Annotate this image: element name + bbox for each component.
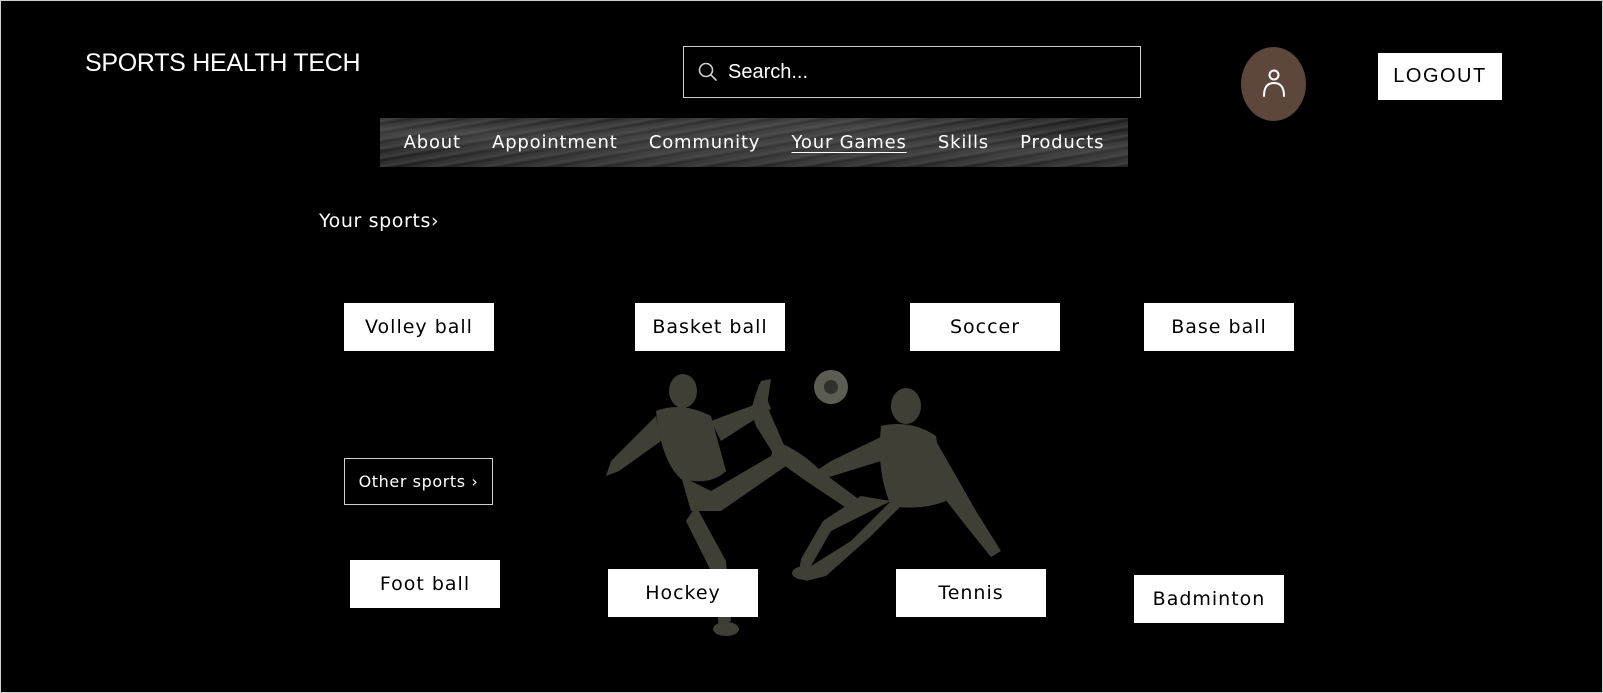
sport-button-foot-ball[interactable]: Foot ball bbox=[350, 560, 500, 608]
other-sports-button[interactable]: Other sports › bbox=[344, 458, 493, 505]
nav-item-skills[interactable]: Skills bbox=[938, 132, 989, 153]
sport-button-volley-ball[interactable]: Volley ball bbox=[344, 303, 494, 351]
nav-item-your-games[interactable]: Your Games bbox=[792, 132, 907, 153]
nav-item-community[interactable]: Community bbox=[649, 132, 760, 153]
search-input[interactable] bbox=[728, 60, 1118, 84]
sport-button-soccer[interactable]: Soccer bbox=[910, 303, 1060, 351]
nav-item-products[interactable]: Products bbox=[1020, 132, 1104, 153]
main-nav: About Appointment Community Your Games S… bbox=[380, 118, 1128, 167]
search-icon bbox=[688, 46, 728, 98]
sport-button-basket-ball[interactable]: Basket ball bbox=[635, 303, 785, 351]
search-box[interactable] bbox=[683, 46, 1141, 98]
sport-button-hockey[interactable]: Hockey bbox=[608, 569, 758, 617]
user-icon bbox=[1262, 69, 1285, 97]
sport-button-tennis[interactable]: Tennis bbox=[896, 569, 1046, 617]
sport-button-base-ball[interactable]: Base ball bbox=[1144, 303, 1294, 351]
nav-item-appointment[interactable]: Appointment bbox=[492, 132, 618, 153]
page: SPORTS HEALTH TECH LOGOUT About Appointm… bbox=[0, 0, 1603, 693]
site-brand[interactable]: SPORTS HEALTH TECH bbox=[85, 49, 361, 78]
user-avatar-button[interactable] bbox=[1241, 47, 1306, 121]
your-sports-link[interactable]: Your sports› bbox=[319, 210, 439, 232]
sport-button-badminton[interactable]: Badminton bbox=[1134, 575, 1284, 623]
logout-button[interactable]: LOGOUT bbox=[1378, 53, 1502, 100]
nav-item-about[interactable]: About bbox=[404, 132, 461, 153]
